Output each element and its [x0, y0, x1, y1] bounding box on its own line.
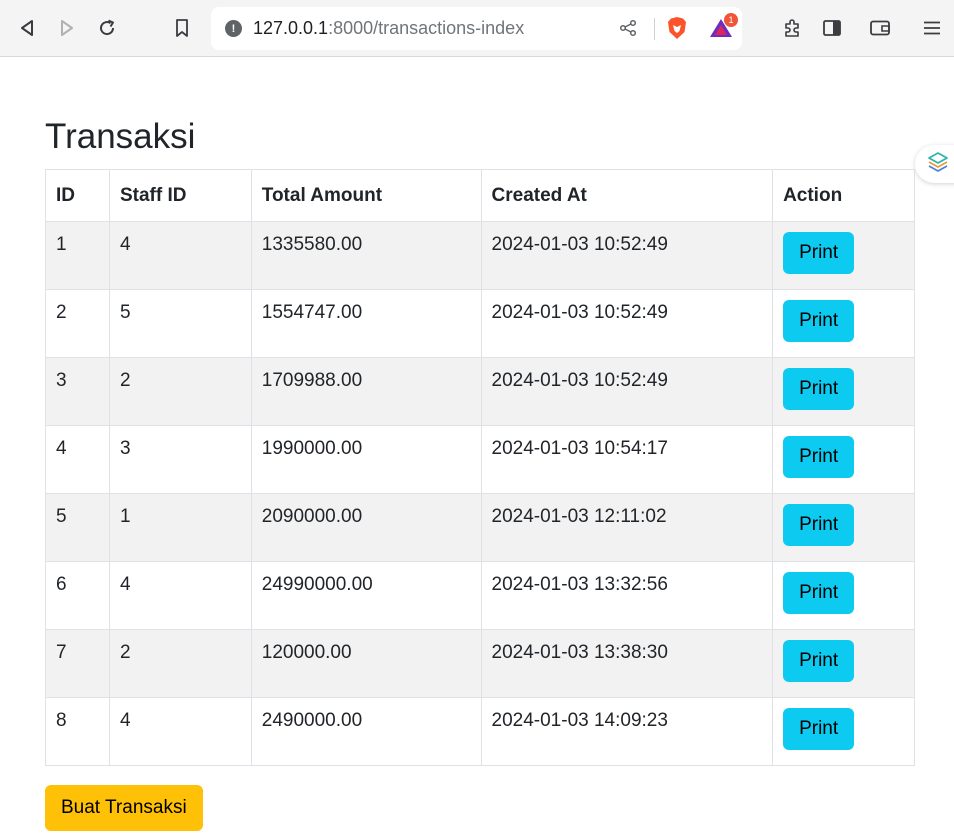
cell-action: Print — [772, 629, 915, 698]
table-row: 4 3 1990000.00 2024-01-03 10:54:17 Print — [45, 425, 915, 494]
cell-total-amount: 1335580.00 — [250, 221, 482, 290]
cell-created-at: 2024-01-03 12:11:02 — [480, 493, 774, 562]
menu-icon[interactable] — [918, 14, 946, 42]
cell-total-amount: 1554747.00 — [250, 289, 482, 358]
column-header-id: ID — [45, 169, 110, 222]
bookmark-icon[interactable] — [168, 14, 196, 42]
forward-icon[interactable] — [53, 14, 81, 42]
page-title: Transaksi — [45, 117, 196, 156]
table-header-row: ID Staff ID Total Amount Created At Acti… — [45, 169, 915, 222]
column-header-action: Action — [772, 169, 915, 222]
rewards-badge: 1 — [724, 13, 738, 27]
table-row: 3 2 1709988.00 2024-01-03 10:52:49 Print — [45, 357, 915, 426]
create-transaction-button[interactable]: Buat Transaksi — [45, 785, 203, 831]
cell-total-amount: 1709988.00 — [250, 357, 482, 426]
cell-id: 7 — [45, 629, 110, 698]
site-info-icon[interactable]: ! — [225, 20, 242, 37]
reload-icon[interactable] — [93, 14, 121, 42]
print-button[interactable]: Print — [783, 436, 855, 478]
transactions-table: ID Staff ID Total Amount Created At Acti… — [45, 169, 915, 766]
cell-action: Print — [772, 289, 915, 358]
stack-icon — [927, 151, 949, 178]
cell-action: Print — [772, 561, 915, 630]
url-divider — [654, 18, 655, 40]
table-row: 2 5 1554747.00 2024-01-03 10:52:49 Print — [45, 289, 915, 358]
url-host: 127.0.0.1 — [253, 18, 329, 38]
browser-toolbar: ! 127.0.0.1:8000/transactions-index 1 — [0, 0, 954, 57]
print-button[interactable]: Print — [783, 232, 855, 274]
print-button[interactable]: Print — [783, 300, 855, 342]
print-button[interactable]: Print — [783, 572, 855, 614]
cell-created-at: 2024-01-03 13:32:56 — [480, 561, 774, 630]
cell-staff-id: 1 — [108, 493, 252, 562]
cell-staff-id: 4 — [108, 221, 252, 290]
cell-created-at: 2024-01-03 14:09:23 — [480, 697, 774, 766]
cell-total-amount: 2490000.00 — [250, 697, 482, 766]
print-button[interactable]: Print — [783, 368, 855, 410]
cell-staff-id: 3 — [108, 425, 252, 494]
cell-id: 8 — [45, 697, 110, 766]
cell-total-amount: 1990000.00 — [250, 425, 482, 494]
column-header-created-at: Created At — [480, 169, 774, 222]
cell-action: Print — [772, 357, 915, 426]
cell-id: 3 — [45, 357, 110, 426]
cell-created-at: 2024-01-03 13:38:30 — [480, 629, 774, 698]
brave-rewards-icon[interactable]: 1 — [709, 13, 738, 45]
table-row: 7 2 120000.00 2024-01-03 13:38:30 Print — [45, 629, 915, 698]
cell-created-at: 2024-01-03 10:52:49 — [480, 289, 774, 358]
table-row: 1 4 1335580.00 2024-01-03 10:52:49 Print — [45, 221, 915, 290]
brave-shields-icon[interactable] — [666, 16, 688, 45]
column-header-staff-id: Staff ID — [108, 169, 252, 222]
share-icon[interactable] — [619, 19, 637, 42]
back-icon[interactable] — [13, 14, 41, 42]
floating-extension-widget[interactable] — [915, 145, 954, 183]
sidebar-toggle-icon[interactable] — [818, 14, 846, 42]
url-text[interactable]: 127.0.0.1:8000/transactions-index — [253, 18, 524, 39]
cell-action: Print — [772, 425, 915, 494]
cell-id: 5 — [45, 493, 110, 562]
cell-staff-id: 4 — [108, 697, 252, 766]
table-row: 8 4 2490000.00 2024-01-03 14:09:23 Print — [45, 697, 915, 766]
cell-staff-id: 4 — [108, 561, 252, 630]
cell-id: 6 — [45, 561, 110, 630]
cell-created-at: 2024-01-03 10:52:49 — [480, 357, 774, 426]
cell-action: Print — [772, 221, 915, 290]
cell-created-at: 2024-01-03 10:54:17 — [480, 425, 774, 494]
print-button[interactable]: Print — [783, 640, 855, 682]
table-row: 5 1 2090000.00 2024-01-03 12:11:02 Print — [45, 493, 915, 562]
table-row: 6 4 24990000.00 2024-01-03 13:32:56 Prin… — [45, 561, 915, 630]
url-path: :8000/transactions-index — [328, 18, 525, 38]
cell-id: 4 — [45, 425, 110, 494]
cell-action: Print — [772, 697, 915, 766]
cell-staff-id: 2 — [108, 629, 252, 698]
cell-staff-id: 5 — [108, 289, 252, 358]
cell-created-at: 2024-01-03 10:52:49 — [480, 221, 774, 290]
print-button[interactable]: Print — [783, 504, 855, 546]
cell-staff-id: 2 — [108, 357, 252, 426]
extensions-icon[interactable] — [778, 14, 806, 42]
cell-total-amount: 24990000.00 — [250, 561, 482, 630]
wallet-icon[interactable] — [866, 14, 894, 42]
cell-id: 2 — [45, 289, 110, 358]
cell-total-amount: 2090000.00 — [250, 493, 482, 562]
cell-action: Print — [772, 493, 915, 562]
column-header-total-amount: Total Amount — [250, 169, 482, 222]
cell-id: 1 — [45, 221, 110, 290]
cell-total-amount: 120000.00 — [250, 629, 482, 698]
print-button[interactable]: Print — [783, 708, 855, 750]
address-bar[interactable]: ! 127.0.0.1:8000/transactions-index 1 — [211, 7, 742, 50]
